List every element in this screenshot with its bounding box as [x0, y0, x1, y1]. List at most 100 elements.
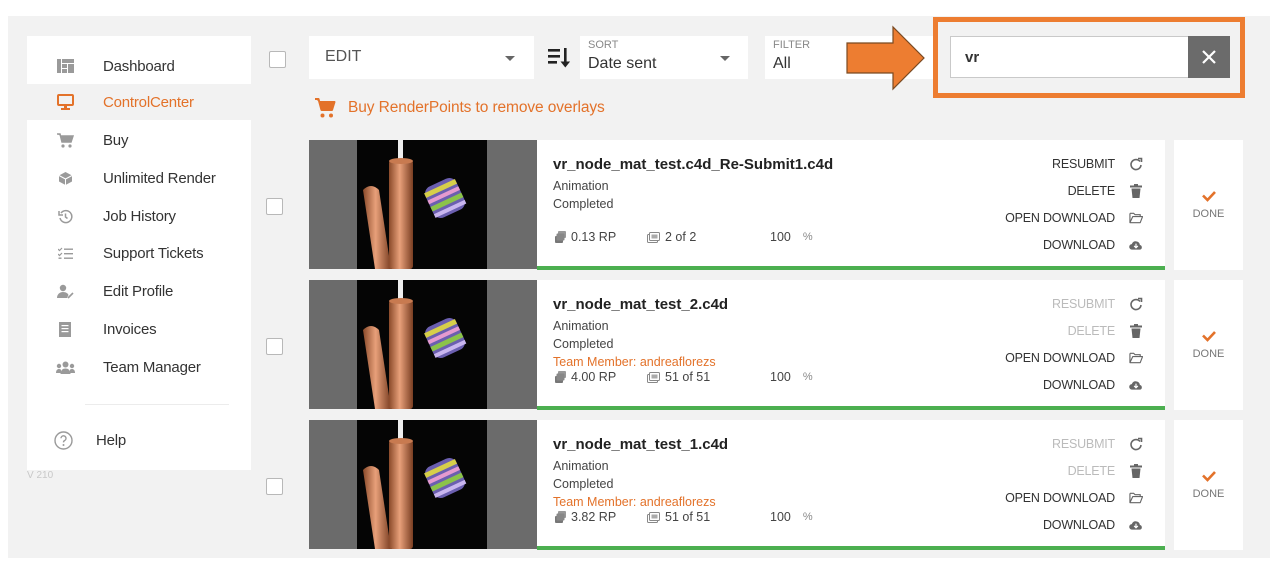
buy-renderpoints-link[interactable]: Buy RenderPoints to remove overlays — [314, 97, 605, 119]
done-status-button[interactable]: DONE — [1174, 280, 1243, 410]
progress-stat: 100 % — [770, 370, 813, 384]
render-preview-image — [357, 280, 487, 409]
sidebar: Dashboard ControlCenter Buy Unlimited Re… — [27, 36, 251, 470]
sidebar-item-job-history[interactable]: Job History — [27, 198, 251, 234]
job-thumbnail[interactable] — [309, 140, 537, 269]
cloud-download-icon — [1129, 518, 1143, 532]
sidebar-item-edit-profile[interactable]: Edit Profile — [27, 273, 251, 309]
sidebar-item-label: Buy — [103, 131, 129, 149]
action-label: DOWNLOAD — [1042, 517, 1115, 532]
redo-icon — [1129, 297, 1143, 311]
sidebar-item-dashboard[interactable]: Dashboard — [27, 48, 251, 84]
sidebar-item-team-manager[interactable]: Team Manager — [27, 349, 251, 385]
action-label: DOWNLOAD — [1042, 237, 1115, 252]
sidebar-item-invoices[interactable]: Invoices — [27, 311, 251, 347]
job-team-member: Team Member: andreaflorezs — [553, 495, 716, 509]
cloud-download-icon — [1129, 238, 1143, 252]
frames-stat: 51 of 51 — [647, 510, 710, 524]
checkmark-icon — [1201, 331, 1216, 342]
sidebar-item-label: Dashboard — [103, 57, 175, 75]
redo-icon — [1129, 157, 1143, 171]
action-label: DOWNLOAD — [1042, 377, 1115, 392]
clear-search-button[interactable] — [1188, 36, 1230, 78]
sidebar-item-support-tickets[interactable]: Support Tickets — [27, 235, 251, 271]
cloud-download-icon — [1129, 378, 1143, 392]
job-card: vr_node_mat_test_1.c4d Animation Complet… — [537, 420, 1165, 550]
download-button[interactable]: DOWNLOAD — [1005, 371, 1143, 398]
job-row-checkbox[interactable] — [266, 478, 283, 495]
frames-stat: 51 of 51 — [647, 370, 710, 384]
folder-open-icon — [1129, 351, 1143, 365]
job-type: Animation — [553, 179, 609, 193]
filter-label: FILTER — [773, 39, 811, 51]
coins-icon — [555, 511, 566, 523]
user-edit-icon — [55, 281, 75, 301]
frames-icon — [647, 231, 660, 243]
resubmit-button[interactable]: RESUBMIT — [1005, 430, 1143, 457]
frames-icon — [647, 511, 660, 523]
download-button[interactable]: DOWNLOAD — [1005, 511, 1143, 538]
coins-icon — [555, 371, 566, 383]
done-status-button[interactable]: DONE — [1174, 140, 1243, 270]
open-download-button[interactable]: OPEN DOWNLOAD — [1005, 484, 1143, 511]
job-status: Completed — [553, 337, 614, 351]
progress-bar — [537, 546, 1165, 550]
job-row-checkbox[interactable] — [266, 338, 283, 355]
action-label: RESUBMIT — [1052, 156, 1115, 171]
delete-button[interactable]: DELETE — [1005, 457, 1143, 484]
frames-value: 51 of 51 — [665, 370, 711, 384]
sort-label: SORT — [588, 39, 619, 51]
job-name[interactable]: vr_node_mat_test_1.c4d — [553, 436, 728, 453]
action-label: DELETE — [1067, 323, 1116, 338]
action-label: OPEN DOWNLOAD — [1005, 490, 1115, 505]
resubmit-button[interactable]: RESUBMIT — [1005, 290, 1143, 317]
job-actions: RESUBMIT DELETE OPEN DOWNLOAD DOWNLOAD — [1005, 150, 1143, 258]
frames-icon — [647, 371, 660, 383]
edit-dropdown-value: EDIT — [325, 48, 362, 65]
sidebar-item-buy[interactable]: Buy — [27, 122, 251, 158]
sidebar-item-label: Edit Profile — [103, 282, 174, 300]
progress-value: 100 — [770, 370, 791, 384]
sidebar-item-label: Team Manager — [103, 358, 201, 376]
sidebar-item-help[interactable]: Help — [27, 422, 251, 458]
download-button[interactable]: DOWNLOAD — [1005, 231, 1143, 258]
job-row-checkbox[interactable] — [266, 198, 283, 215]
job-thumbnail[interactable] — [309, 280, 537, 409]
done-status-button[interactable]: DONE — [1174, 420, 1243, 550]
job-card: vr_node_mat_test.c4d_Re-Submit1.c4d Anim… — [537, 140, 1165, 270]
team-icon — [55, 357, 75, 377]
select-all-checkbox[interactable] — [269, 51, 286, 68]
progress-stat: 100 % — [770, 230, 813, 244]
delete-button[interactable]: DELETE — [1005, 317, 1143, 344]
action-label: DELETE — [1067, 463, 1116, 478]
sidebar-item-label: Help — [96, 431, 127, 449]
job-name[interactable]: vr_node_mat_test_2.c4d — [553, 296, 728, 313]
search-input[interactable] — [950, 36, 1190, 78]
resubmit-button[interactable]: RESUBMIT — [1005, 150, 1143, 177]
progress-value: 100 — [770, 510, 791, 524]
sidebar-item-unlimited-render[interactable]: Unlimited Render — [27, 160, 251, 196]
percent-symbol: % — [802, 371, 813, 383]
job-card: vr_node_mat_test_2.c4d Animation Complet… — [537, 280, 1165, 410]
sidebar-divider — [85, 404, 229, 405]
done-label: DONE — [1192, 488, 1225, 500]
cube-icon — [55, 168, 75, 188]
job-name[interactable]: vr_node_mat_test.c4d_Re-Submit1.c4d — [553, 156, 833, 173]
job-thumbnail[interactable] — [309, 420, 537, 549]
sort-direction-icon[interactable] — [547, 46, 571, 70]
done-label: DONE — [1192, 348, 1225, 360]
coins-icon — [555, 231, 566, 243]
buy-renderpoints-label: Buy RenderPoints to remove overlays — [348, 99, 605, 116]
percent-symbol: % — [802, 231, 813, 243]
open-download-button[interactable]: OPEN DOWNLOAD — [1005, 204, 1143, 231]
progress-stat: 100 % — [770, 510, 813, 524]
trash-icon — [1129, 463, 1143, 478]
sort-dropdown[interactable]: SORT Date sent — [580, 36, 748, 79]
sidebar-item-label: Invoices — [103, 320, 157, 338]
open-download-button[interactable]: OPEN DOWNLOAD — [1005, 344, 1143, 371]
edit-dropdown[interactable]: EDIT — [309, 36, 534, 79]
invoice-icon — [55, 319, 75, 339]
delete-button[interactable]: DELETE — [1005, 177, 1143, 204]
sidebar-item-controlcenter[interactable]: ControlCenter — [27, 84, 251, 120]
progress-bar — [537, 266, 1165, 270]
